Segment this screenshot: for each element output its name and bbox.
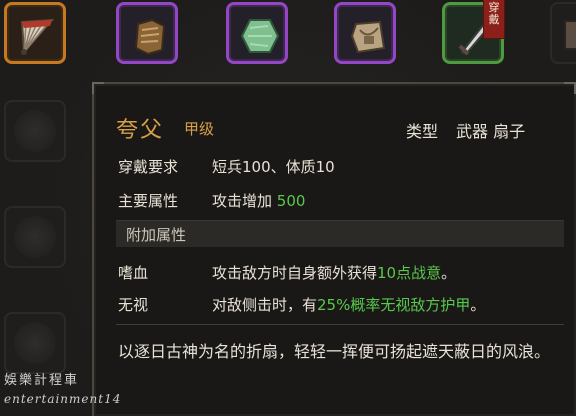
equip-slot-fan[interactable] bbox=[4, 2, 66, 64]
main-attribute-value: 攻击增加 500 bbox=[212, 190, 305, 211]
tooltip-divider bbox=[116, 324, 564, 325]
extra-attr-text: 对敌侧击时，有 bbox=[212, 296, 318, 314]
empty-slot[interactable] bbox=[4, 312, 66, 374]
watermark-en: entertainment14 bbox=[4, 392, 122, 406]
jade-icon bbox=[240, 19, 280, 53]
main-attribute-text: 攻击增加 bbox=[212, 192, 277, 210]
fan-icon bbox=[20, 18, 55, 55]
equip-slot-jade[interactable] bbox=[226, 2, 288, 64]
extra-attr-end: 。 bbox=[470, 296, 486, 314]
item-type-value: 武器 扇子 bbox=[456, 122, 526, 141]
empty-slot[interactable] bbox=[4, 100, 66, 162]
equip-slot-sword[interactable]: 穿戴 bbox=[442, 0, 505, 64]
item-description: 以逐日古神为名的折扇，轻轻一挥便可扬起遮天蔽日的风浪。 bbox=[118, 342, 551, 361]
tooltip-corner bbox=[564, 82, 576, 94]
requirement-label: 穿戴要求 bbox=[118, 158, 179, 176]
extra-attr-label: 嗜血 bbox=[118, 264, 149, 282]
requirement-value: 短兵100、体质10 bbox=[212, 158, 335, 176]
equip-slot-armor[interactable] bbox=[116, 2, 178, 64]
extra-attr-value: 对敌侧击时，有25%概率无视敌方护甲。 bbox=[212, 294, 485, 315]
extra-attr-label: 无视 bbox=[118, 296, 149, 314]
equip-slot-pouch[interactable] bbox=[334, 2, 396, 64]
pouch-icon bbox=[350, 20, 386, 54]
extra-attributes-header: 附加属性 bbox=[116, 220, 564, 247]
item-type-label: 类型 bbox=[406, 122, 439, 141]
tooltip-corner bbox=[92, 82, 104, 94]
item-name: 夸父 bbox=[116, 118, 165, 143]
extra-attr-text: 攻击敌方时自身额外获得 bbox=[212, 264, 378, 282]
equipped-badge: 穿戴 bbox=[483, 0, 505, 39]
main-attribute-number: 500 bbox=[276, 192, 306, 210]
item-tooltip: 夸父 甲级 类型 武器 扇子 穿戴要求 短兵100、体质10 主要属性 攻击增加… bbox=[92, 82, 576, 416]
equip-slot-extra[interactable] bbox=[550, 2, 576, 64]
extra-attr-highlight: 25%概率无视敌方护甲 bbox=[317, 296, 471, 314]
empty-slot[interactable] bbox=[4, 206, 66, 268]
extra-attr-highlight: 10点战意 bbox=[377, 264, 442, 282]
extra-attr-end: 。 bbox=[441, 264, 457, 282]
item-grade: 甲级 bbox=[184, 120, 215, 138]
extra-attributes-title: 附加属性 bbox=[126, 226, 187, 244]
watermark-cn: 娛樂計程車 bbox=[4, 373, 80, 388]
item-icon bbox=[564, 20, 576, 50]
watermark: 娛樂計程車 entertainment14 bbox=[4, 372, 121, 408]
extra-attr-value: 攻击敌方时自身额外获得10点战意。 bbox=[212, 262, 456, 283]
armor-icon bbox=[134, 18, 166, 56]
main-attribute-label: 主要属性 bbox=[118, 192, 179, 210]
